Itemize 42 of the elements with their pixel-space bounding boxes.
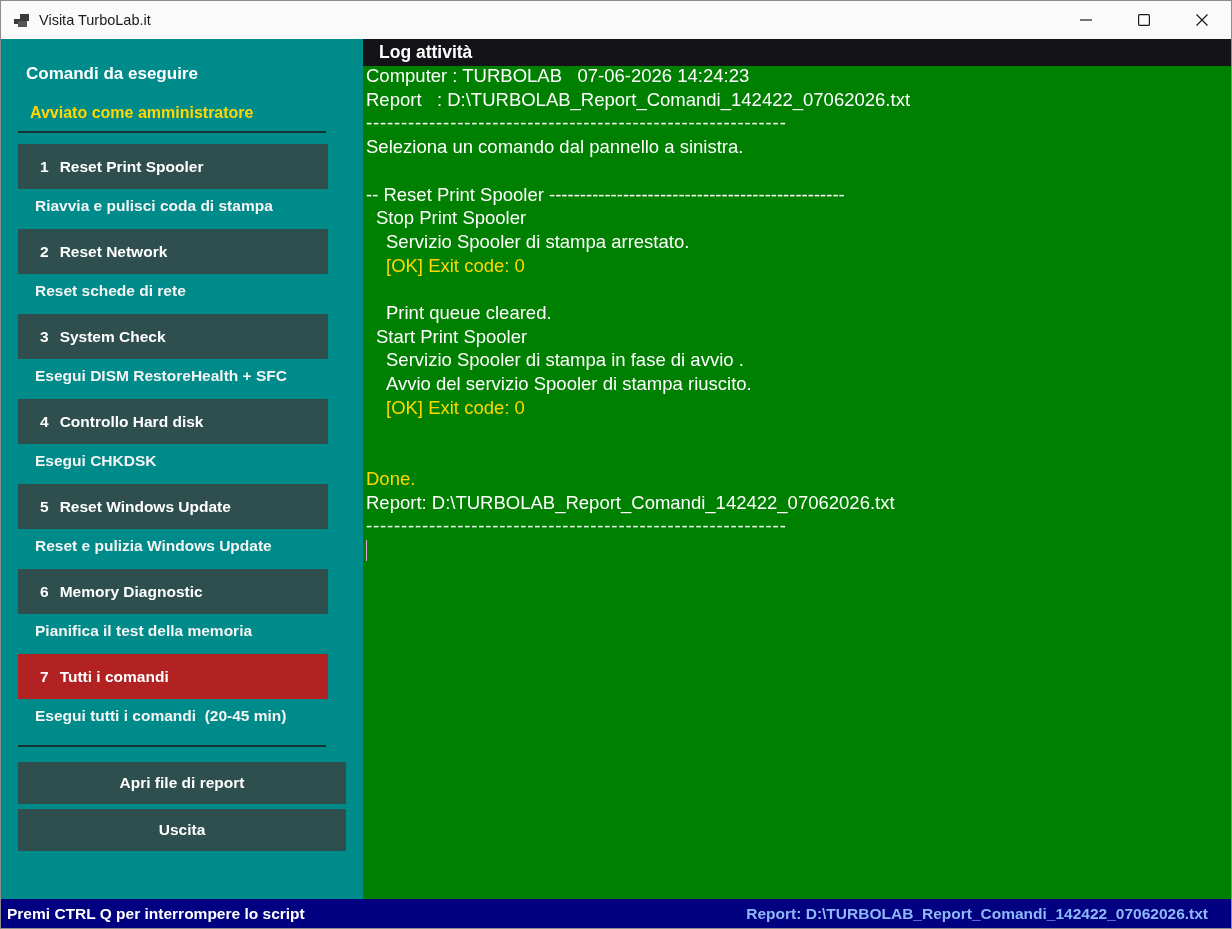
close-icon: [1196, 14, 1208, 26]
log-line: Servizio Spooler di stampa arrestato.: [386, 229, 690, 254]
log-line: Stop Print Spooler: [376, 206, 527, 230]
log-line: Computer : TURBOLAB 07-06-2026 14:24:23: [366, 64, 750, 88]
log-line: Print queue cleared.: [386, 301, 552, 325]
log-line: Report : D:\TURBOLAB_Report_Comandi_142422_07062026.txt: [366, 87, 910, 112]
app-icon: [14, 13, 29, 27]
log-title: Log attività: [379, 42, 473, 63]
command-description: Pianifica il test della memoria: [34, 621, 253, 641]
command-description: Esegui tutti i comandi (20-45 min): [34, 706, 287, 726]
sidebar-title: Comandi da eseguire: [26, 63, 198, 85]
command-button[interactable]: 6 Memory Diagnostic: [18, 569, 328, 614]
log-line: ------------------------------------------------------------: [366, 111, 787, 136]
command-button[interactable]: 1 Reset Print Spooler: [18, 144, 328, 189]
maximize-icon: [1138, 14, 1150, 26]
log-line: ------------------------------------------------------------: [366, 514, 787, 538]
command-button[interactable]: 5 Reset Windows Update: [18, 484, 328, 529]
command-description: Esegui CHKDSK: [34, 451, 157, 471]
command-button[interactable]: 2 Reset Network: [18, 229, 328, 274]
text-cursor-icon: [366, 540, 367, 561]
log-line: [OK] Exit code: 0: [386, 395, 525, 420]
admin-status: Avviato come amministratore: [30, 103, 254, 123]
log-line: [OK] Exit code: 0: [386, 253, 525, 278]
log-line: Report: D:\TURBOLAB_Report_Comandi_142422_07062026.txt: [366, 490, 895, 515]
command-description: Reset schede di rete: [34, 281, 186, 301]
log-line: Done.: [366, 466, 416, 491]
log-line: Seleziona un comando dal pannello a sinistra.: [366, 135, 744, 159]
action-button[interactable]: Apri file di report: [18, 762, 346, 804]
command-button[interactable]: 7 Tutti i comandi: [18, 654, 328, 699]
log-line: Avvio del servizio Spooler di stampa riuscito.: [386, 372, 752, 396]
log-line: -- Reset Print Spooler ------------------------------------------------: [366, 182, 845, 207]
status-report-path: Report: D:\TURBOLAB_Report_Comandi_142422_07062026.txt: [746, 904, 1208, 923]
command-button[interactable]: 3 System Check: [18, 314, 328, 359]
status-hint: Premi CTRL Q per interrompere lo script: [7, 904, 305, 923]
command-description: Esegui DISM RestoreHealth + SFC: [34, 366, 287, 386]
log-line: Start Print Spooler: [376, 324, 528, 349]
command-button[interactable]: 4 Controllo Hard disk: [18, 399, 328, 444]
action-button[interactable]: Uscita: [18, 809, 346, 851]
command-description: Riavvia e pulisci coda di stampa: [34, 196, 273, 216]
command-description: Reset e pulizia Windows Update: [34, 536, 272, 556]
log-line: Servizio Spooler di stampa in fase di avvio .: [386, 348, 744, 373]
window-title: Visita TurboLab.it: [39, 12, 151, 28]
